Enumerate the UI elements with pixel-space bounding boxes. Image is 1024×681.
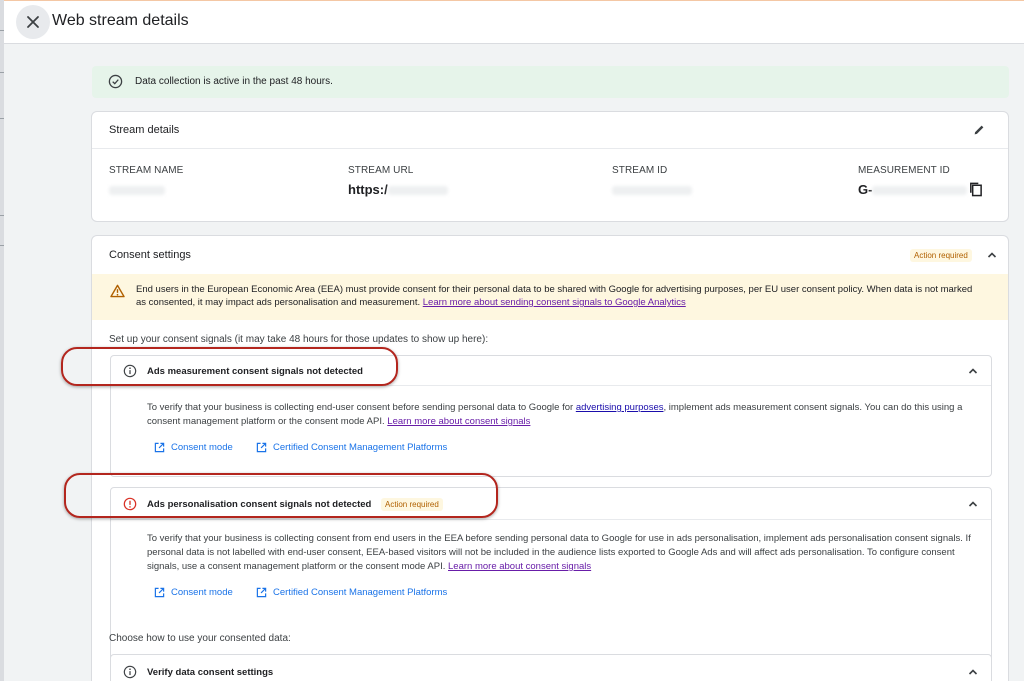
choose-consented-data-text: Choose how to use your consented data:: [109, 633, 291, 644]
stream-url-value: https:/: [348, 182, 448, 197]
banner-text: Data collection is active in the past 48…: [135, 76, 333, 87]
verify-consent-card: Verify data consent settings: [110, 654, 992, 681]
learn-more-consent-signals-link[interactable]: Learn more about consent signals: [448, 561, 591, 572]
verify-consent-header[interactable]: Verify data consent settings: [111, 655, 991, 681]
stream-details-title: Stream details: [109, 124, 180, 136]
consent-settings-card: Consent settings Action required End use…: [91, 235, 1009, 681]
check-circle-icon: [108, 74, 123, 89]
chevron-up-icon[interactable]: [986, 249, 998, 261]
stream-name-value: [109, 182, 165, 197]
measurement-id-label: MEASUREMENT ID: [858, 165, 950, 176]
stream-details-card: Stream details STREAM NAME STREAM URL ht…: [91, 111, 1009, 222]
action-required-badge: Action required: [910, 249, 972, 262]
annotation-oval-measurement: [61, 347, 398, 386]
stream-name-label: STREAM NAME: [109, 165, 184, 176]
main-content: Data collection is active in the past 48…: [4, 45, 1024, 681]
close-button[interactable]: [16, 5, 50, 39]
top-bar: Web stream details: [4, 0, 1024, 44]
ads-measurement-body: To verify that your business is collecti…: [147, 402, 963, 427]
open-external-icon: [256, 442, 267, 453]
verify-consent-title: Verify data consent settings: [147, 667, 274, 678]
stream-url-label: STREAM URL: [348, 165, 414, 176]
stream-id-value: [612, 182, 692, 197]
stream-id-label: STREAM ID: [612, 165, 668, 176]
page-title: Web stream details: [52, 12, 189, 29]
eea-warning: End users in the European Economic Area …: [92, 274, 1008, 320]
measurement-id-value: G-: [858, 182, 968, 197]
certified-cmp-link[interactable]: Certified Consent Management Platforms: [256, 587, 447, 598]
copy-icon[interactable]: [968, 181, 983, 197]
pencil-icon[interactable]: [972, 123, 986, 137]
open-external-icon: [154, 442, 165, 453]
learn-more-consent-ga-link[interactable]: Learn more about sending consent signals…: [423, 297, 686, 308]
ads-personalisation-body: To verify that your business is collecti…: [147, 533, 971, 572]
close-icon: [27, 16, 39, 28]
eea-warning-text: End users in the European Economic Area …: [136, 284, 973, 308]
open-external-icon: [154, 587, 165, 598]
data-collection-banner: Data collection is active in the past 48…: [92, 66, 1009, 98]
consent-settings-header[interactable]: Consent settings Action required: [92, 236, 1008, 266]
consent-settings-title: Consent settings: [109, 249, 191, 261]
advertising-purposes-link[interactable]: advertising purposes: [576, 402, 664, 413]
open-external-icon: [256, 587, 267, 598]
certified-cmp-link[interactable]: Certified Consent Management Platforms: [256, 442, 447, 453]
chevron-up-icon[interactable]: [967, 365, 979, 377]
consent-mode-link[interactable]: Consent mode: [154, 587, 233, 598]
consent-mode-link[interactable]: Consent mode: [154, 442, 233, 453]
chevron-up-icon[interactable]: [967, 498, 979, 510]
info-icon: [123, 665, 137, 679]
learn-more-consent-signals-link[interactable]: Learn more about consent signals: [387, 416, 530, 427]
stream-details-header: Stream details: [92, 112, 1008, 149]
setup-consent-text: Set up your consent signals (it may take…: [109, 334, 489, 345]
warning-triangle-icon: [110, 284, 125, 298]
chevron-up-icon[interactable]: [967, 666, 979, 678]
annotation-oval-personalisation: [64, 473, 498, 518]
